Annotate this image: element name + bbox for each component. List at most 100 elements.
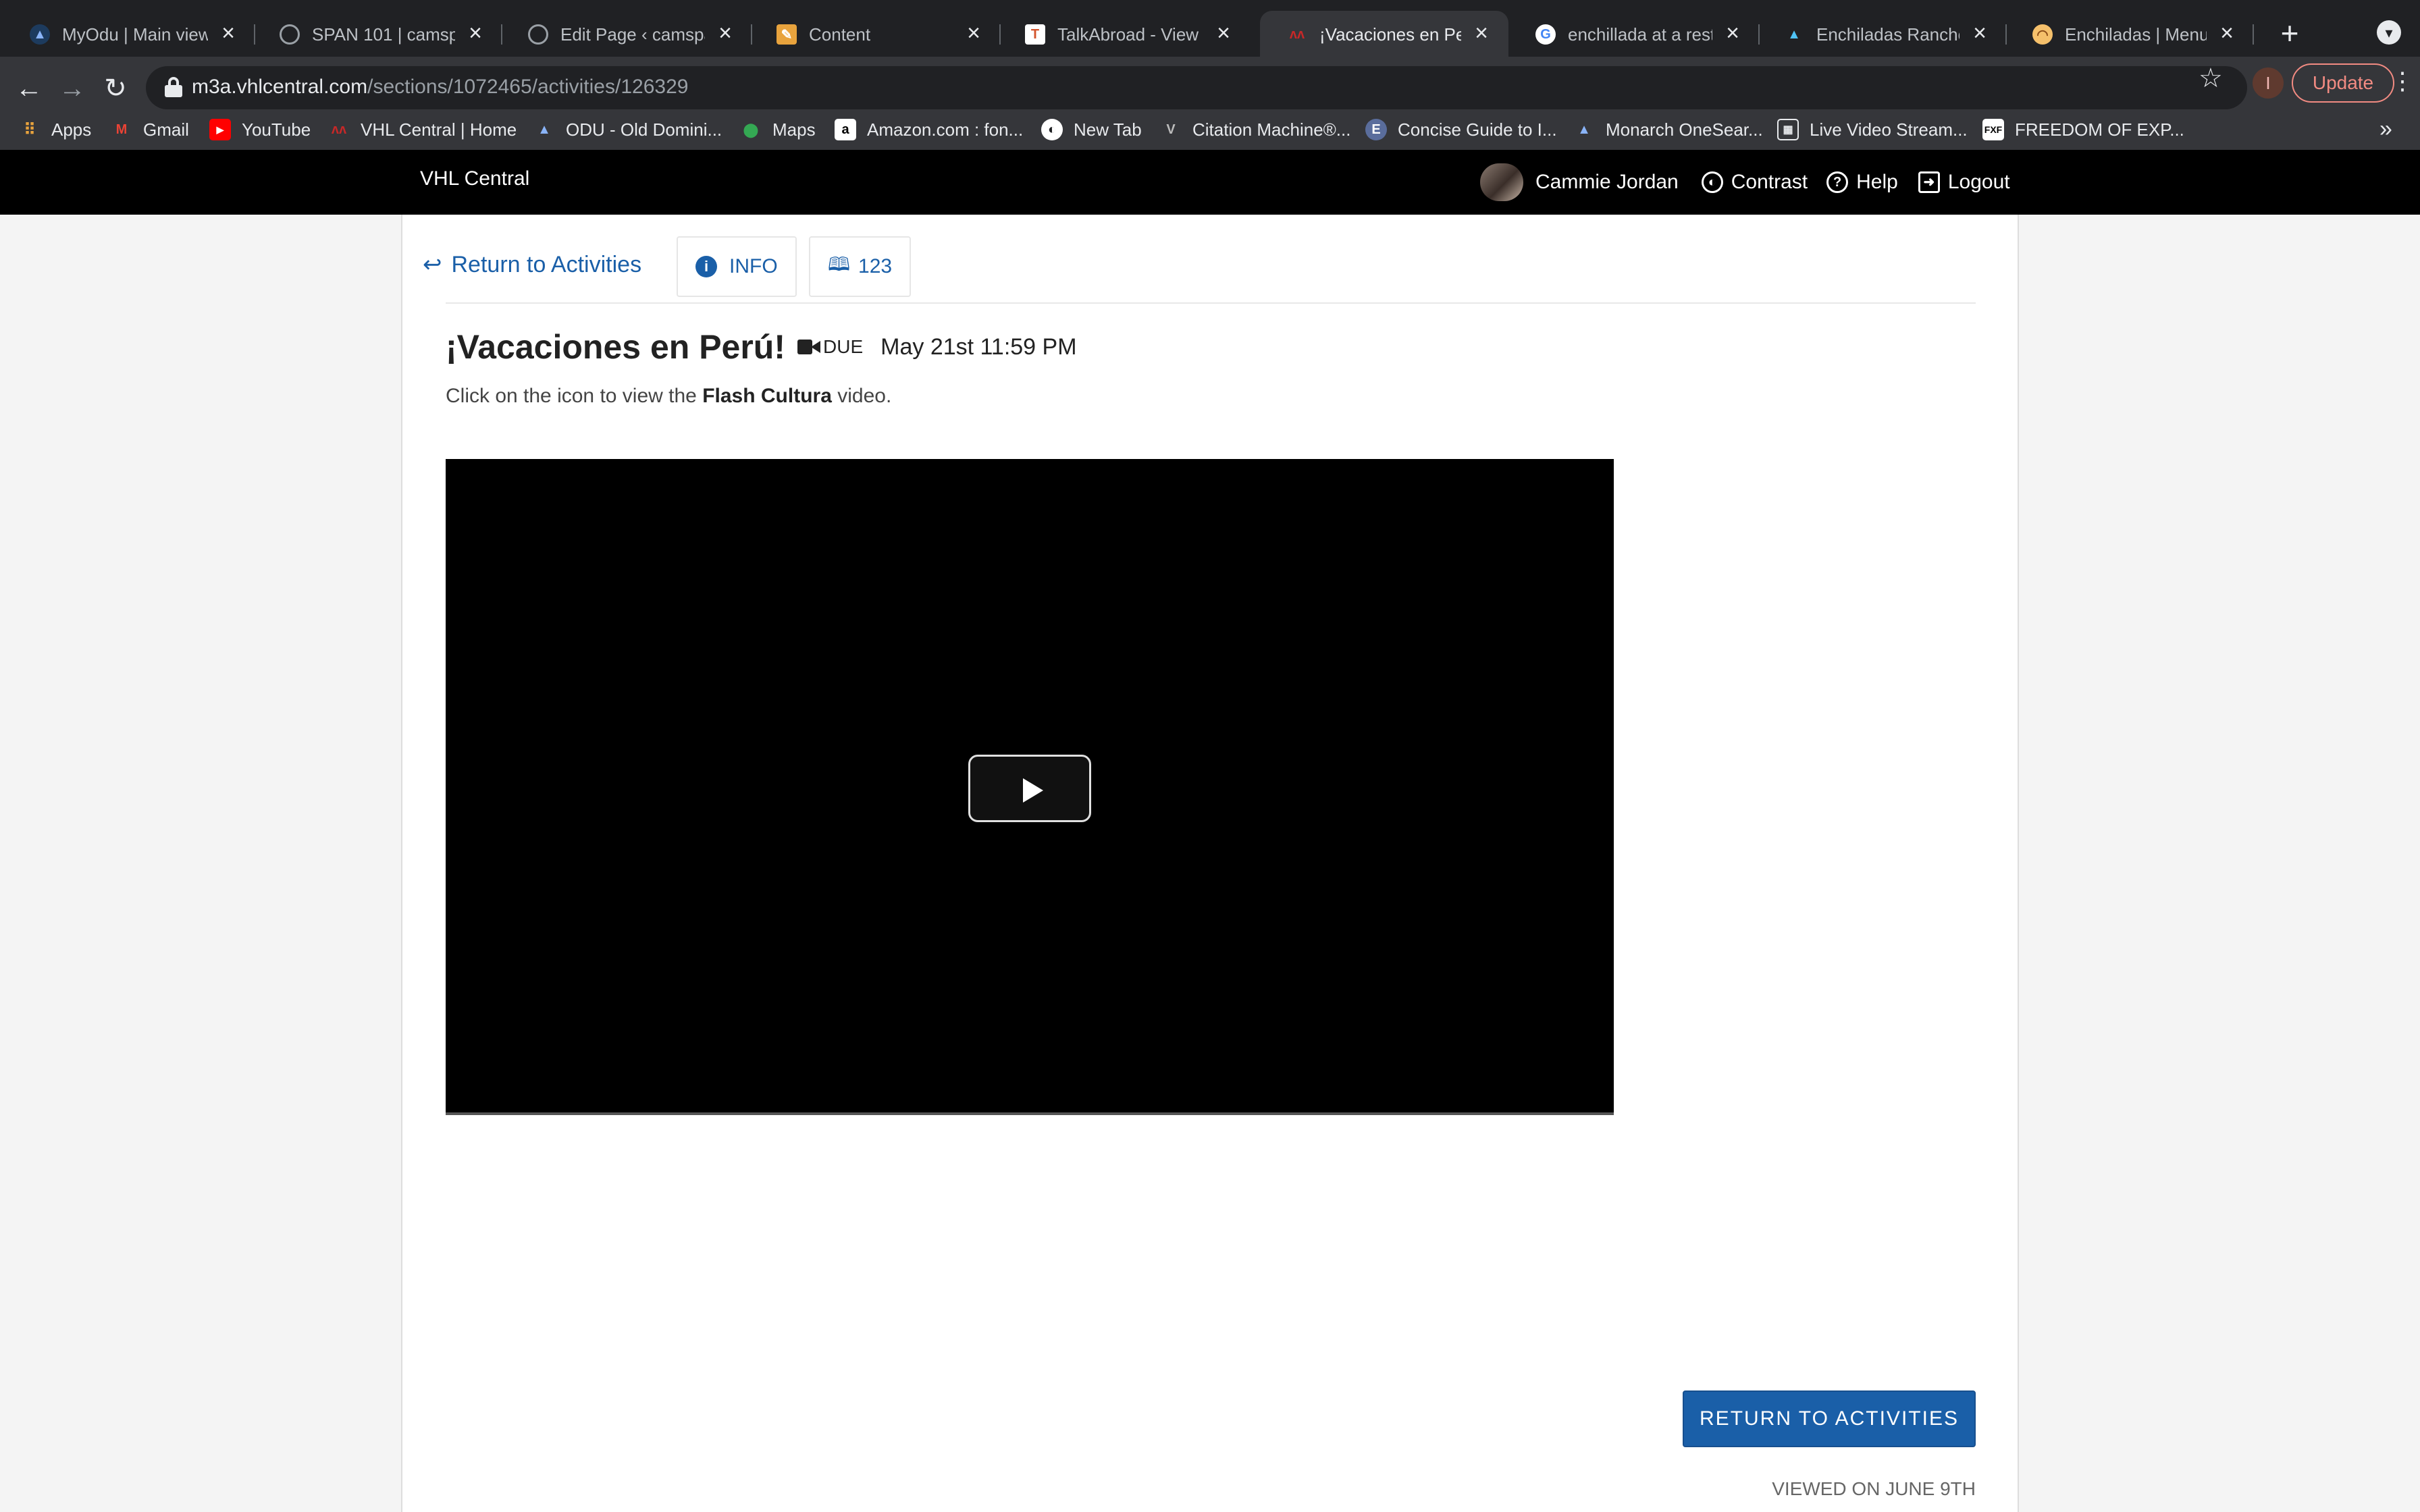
activity-top-nav: ↩ Return to Activities i INFO 🕮 123 (423, 225, 1982, 297)
close-tab-icon[interactable]: × (713, 21, 737, 45)
browser-tab[interactable]: T TalkAbroad - View Con × (998, 11, 1251, 57)
odu-icon: ▲ (537, 122, 551, 137)
globe-icon (528, 24, 548, 45)
info-icon: i (695, 256, 717, 277)
play-icon (1023, 778, 1043, 803)
browser-tab[interactable]: SPAN 101 | camspanis × (253, 11, 502, 57)
close-tab-icon[interactable]: × (1720, 21, 1745, 45)
instruction-bold: Flash Cultura (702, 385, 832, 407)
bookmark-concise-guide[interactable]: E Concise Guide to I... (1365, 115, 1557, 144)
tab-separator (2253, 24, 2254, 45)
new-tab-plus-icon[interactable]: + (2273, 18, 2307, 51)
close-tab-icon[interactable]: × (216, 21, 240, 45)
bookmark-new-tab[interactable]: ◐ New Tab (1041, 115, 1142, 144)
lock-icon[interactable] (165, 77, 182, 97)
concise-icon: E (1365, 119, 1387, 140)
tab-info[interactable]: i INFO (677, 236, 797, 297)
user-avatar[interactable] (1480, 163, 1523, 201)
return-to-activities-button[interactable]: RETURN TO ACTIVITIES (1683, 1390, 1976, 1447)
browser-tab[interactable]: Edit Page ‹ camspanis × (501, 11, 752, 57)
bookmark-label: Apps (51, 119, 92, 140)
maps-pin-icon: ⬤ (743, 122, 759, 138)
browser-tab-active[interactable]: ʌʌ ¡Vacaciones en Perú! × (1260, 11, 1508, 57)
tab-title: Enchiladas | Menu | L (2065, 24, 2207, 45)
page-tab-label: 123 (858, 255, 893, 277)
contrast-button[interactable]: ◐ Contrast (1701, 171, 1808, 194)
contrast-label: Contrast (1731, 171, 1808, 193)
tab-title: Edit Page ‹ camspanis (560, 24, 705, 45)
bookmark-star-icon[interactable]: ☆ (2199, 65, 2223, 92)
play-button[interactable] (968, 755, 1091, 822)
bookmark-amazon[interactable]: a Amazon.com : fon... (835, 115, 1023, 144)
help-label: Help (1856, 171, 1898, 193)
page-title: ¡Vacaciones en Perú! (446, 328, 786, 366)
browser-tab[interactable]: ✎ Content × (749, 11, 1001, 57)
video-player[interactable] (446, 459, 1614, 1115)
site-header: VHL Central Cammie Jordan ◐ Contrast ? H… (0, 150, 2420, 215)
tab-search-chevron-icon[interactable]: ▾ (2377, 20, 2401, 45)
back-arrow-icon[interactable]: ← (11, 70, 47, 107)
browser-tab[interactable]: ▲ Enchiladas Rancheras × (1757, 11, 2007, 57)
profile-avatar[interactable]: I (2253, 68, 2284, 99)
bookmark-label: ODU - Old Domini... (566, 119, 722, 140)
vhl-favicon-icon: ʌʌ (1289, 26, 1305, 42)
close-tab-icon[interactable]: × (1469, 21, 1494, 45)
citation-icon: V (1166, 122, 1176, 137)
gmail-icon: M (115, 122, 128, 137)
bookmark-label: Gmail (143, 119, 189, 140)
user-name[interactable]: Cammie Jordan (1535, 171, 1679, 194)
browser-tab[interactable]: ▲ MyOdu | Main view × (3, 11, 255, 57)
reload-icon[interactable]: ↻ (97, 70, 134, 107)
close-tab-icon[interactable]: × (962, 21, 986, 45)
logout-icon: ➜ (1918, 171, 1940, 193)
activity-panel: ↩ Return to Activities i INFO 🕮 123 ¡Vac… (401, 215, 2019, 1512)
bookmark-vhl[interactable]: ʌʌ VHL Central | Home (328, 115, 517, 144)
due-label: DUE (823, 336, 864, 357)
tab-title: Content (809, 24, 871, 45)
close-tab-icon[interactable]: × (463, 21, 488, 45)
video-camera-icon (797, 340, 821, 354)
return-link-label: Return to Activities (451, 251, 642, 277)
address-bar[interactable]: m3a.vhlcentral.com/sections/1072465/acti… (146, 66, 2247, 109)
instruction-suffix: video. (831, 385, 892, 407)
tab-title: SPAN 101 | camspanis (312, 24, 455, 45)
bookmark-label: New Tab (1074, 119, 1142, 140)
instruction-prefix: Click on the icon to view the (446, 385, 703, 407)
bookmark-monarch[interactable]: ▲ Monarch OneSear... (1573, 115, 1763, 144)
bookmark-label: FREEDOM OF EXP... (2015, 119, 2184, 140)
return-to-activities-link[interactable]: ↩ Return to Activities (423, 251, 641, 278)
bookmark-live-video[interactable]: ▦ Live Video Stream... (1777, 115, 1968, 144)
bookmark-gmail[interactable]: M Gmail (111, 115, 189, 144)
open-book-icon: 🕮 (828, 254, 851, 275)
google-favicon-icon: G (1535, 24, 1556, 45)
contrast-icon: ◐ (1701, 171, 1723, 193)
bookmark-maps[interactable]: ⬤ Maps (740, 115, 816, 144)
youtube-icon: ▶ (209, 119, 231, 140)
stream-icon: ▦ (1777, 119, 1799, 140)
bookmarks-overflow-chevron-icon[interactable]: » (2379, 116, 2392, 142)
apps-grid-icon: ⠿ (24, 120, 36, 139)
vhl-icon: ʌʌ (331, 122, 347, 137)
bookmark-freedom[interactable]: FXF FREEDOM OF EXP... (1982, 115, 2184, 144)
help-button[interactable]: ? Help (1826, 171, 1898, 194)
close-tab-icon[interactable]: × (1968, 21, 1992, 45)
brand-link[interactable]: VHL Central (420, 167, 529, 190)
browser-menu-icon[interactable]: ⋮ (2390, 68, 2415, 94)
bookmark-label: Maps (772, 119, 816, 140)
bookmark-apps[interactable]: ⠿ Apps (19, 115, 91, 144)
tab-page-number[interactable]: 🕮 123 (809, 236, 912, 297)
close-tab-icon[interactable]: × (1211, 21, 1236, 45)
bookmark-odu[interactable]: ▲ ODU - Old Domini... (533, 115, 722, 144)
bookmark-youtube[interactable]: ▶ YouTube (209, 115, 311, 144)
url-text[interactable]: m3a.vhlcentral.com/sections/1072465/acti… (192, 76, 688, 99)
restaurant-favicon-icon: ◠ (2032, 24, 2053, 45)
bookmark-citation[interactable]: V Citation Machine®... (1160, 115, 1350, 144)
forward-arrow-icon[interactable]: → (54, 70, 90, 107)
browser-tab[interactable]: G enchillada at a restura × (1508, 11, 1760, 57)
due-date: May 21st 11:59 PM (880, 333, 1077, 360)
update-button[interactable]: Update (2292, 63, 2394, 103)
logout-button[interactable]: ➜ Logout (1918, 171, 2010, 194)
close-tab-icon[interactable]: × (2215, 21, 2239, 45)
url-path: /sections/1072465/activities/126329 (367, 76, 689, 98)
browser-tab[interactable]: ◠ Enchiladas | Menu | L × (2005, 11, 2254, 57)
